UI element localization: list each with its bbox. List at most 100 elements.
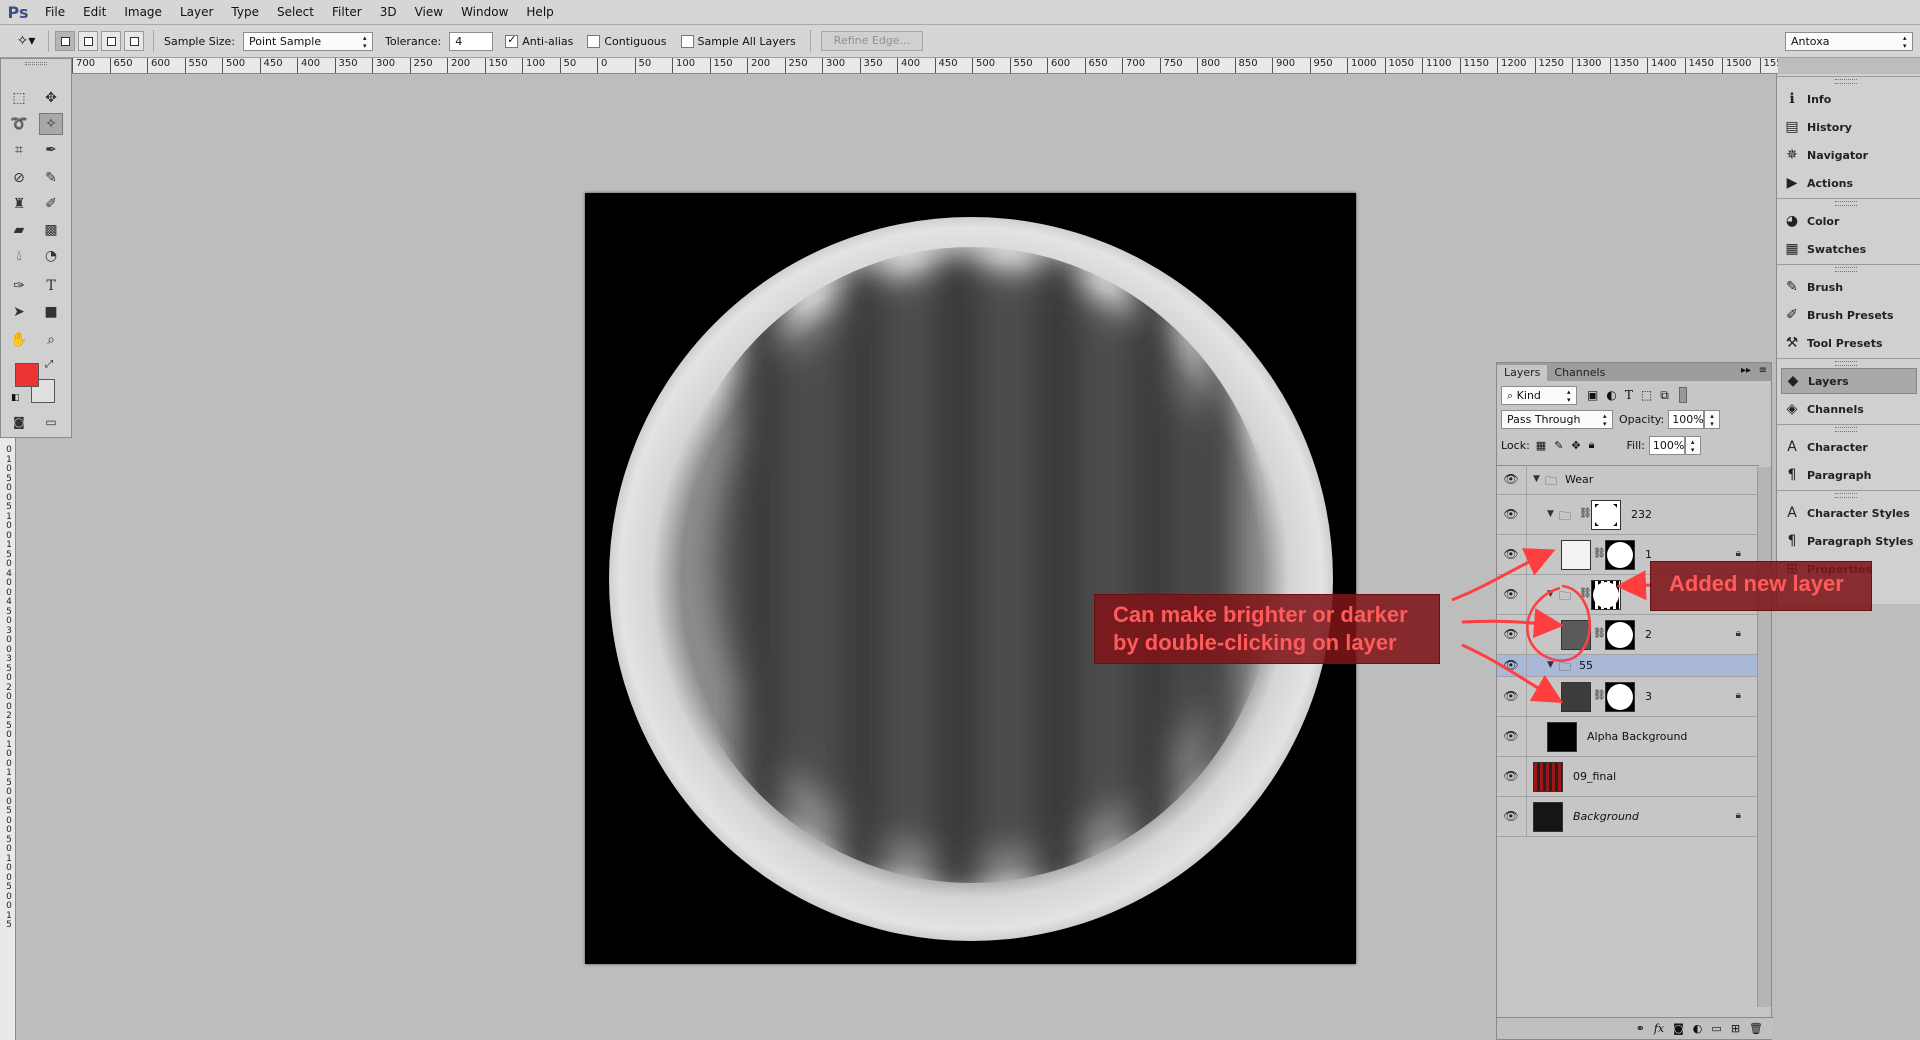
dock-group-grip[interactable] — [1777, 424, 1920, 432]
layer-mask-thumbnail[interactable] — [1605, 620, 1635, 650]
layer-row[interactable]: 👁︎ Alpha Background — [1497, 717, 1759, 757]
layers-scrollbar[interactable] — [1757, 467, 1771, 1007]
lock-all-icon[interactable]: 🔒︎ — [1589, 438, 1595, 452]
layer-thumbnail[interactable] — [1561, 682, 1591, 712]
gradient-tool-icon[interactable]: ▩ — [39, 219, 63, 241]
opacity-dropdown[interactable] — [1704, 409, 1721, 429]
opacity-input[interactable]: 100% — [1668, 409, 1705, 429]
menu-filter[interactable]: Filter — [323, 5, 371, 19]
filter-type-icon[interactable]: T — [1625, 388, 1633, 402]
menu-edit[interactable]: Edit — [74, 5, 115, 19]
lock-transparent-icon[interactable]: ▦ — [1536, 439, 1546, 452]
new-adjustment-layer-icon[interactable]: ◐ — [1693, 1022, 1703, 1035]
new-selection-button[interactable] — [55, 31, 75, 51]
filter-pixel-icon[interactable]: ▣ — [1587, 388, 1598, 402]
layer-row[interactable]: 👁︎ 09_final — [1497, 757, 1759, 797]
visibility-eye-icon[interactable]: 👁︎ — [1503, 729, 1519, 743]
layer-row[interactable]: 👁︎ Background 🔒︎ — [1497, 797, 1759, 837]
menu-help[interactable]: Help — [517, 5, 562, 19]
layer-thumbnail[interactable] — [1533, 762, 1563, 792]
contiguous-checkbox[interactable] — [587, 34, 601, 48]
dock-item-tool-presets[interactable]: ⚒ Tool Presets — [1781, 330, 1917, 356]
layer-thumbnail[interactable] — [1547, 722, 1577, 752]
dock-group-grip[interactable] — [1777, 358, 1920, 366]
quick-mask-icon[interactable]: ◙ — [7, 411, 31, 433]
mask-link-icon[interactable]: ⛓︎ — [1593, 548, 1606, 559]
add-mask-icon[interactable]: ◙ — [1673, 1022, 1684, 1035]
group-expand-icon[interactable]: ▼ — [1533, 474, 1540, 484]
group-expand-icon[interactable]: ▼ — [1547, 589, 1554, 599]
tab-layers[interactable]: Layers — [1497, 365, 1548, 381]
sample-all-layers-checkbox[interactable] — [680, 34, 694, 48]
filter-adjustment-icon[interactable]: ◐ — [1606, 388, 1616, 402]
group-expand-icon[interactable]: ▼ — [1547, 660, 1554, 670]
menu-window[interactable]: Window — [452, 5, 517, 19]
blend-mode-select[interactable]: Pass Through — [1501, 409, 1613, 429]
filter-toggle-icon[interactable] — [1678, 387, 1687, 403]
sample-size-select[interactable]: Point Sample — [243, 31, 374, 51]
layer-row[interactable]: 👁︎ ▼ 🗀︎ Wear — [1497, 465, 1759, 495]
clone-stamp-tool-icon[interactable]: ♜ — [7, 193, 31, 215]
eraser-tool-icon[interactable]: ▰ — [7, 219, 31, 241]
mask-link-icon[interactable]: ⛓︎ — [1579, 588, 1592, 599]
eyedropper-tool-icon[interactable]: ✒ — [39, 139, 63, 161]
swap-colors-icon[interactable]: ⤢ — [45, 359, 53, 370]
layer-mask-thumbnail[interactable] — [1591, 580, 1621, 610]
healing-brush-tool-icon[interactable]: ⊘ — [7, 167, 31, 189]
fill-dropdown[interactable] — [1684, 435, 1701, 455]
layer-thumbnail[interactable] — [1561, 540, 1591, 570]
dodge-tool-icon[interactable]: ◔ — [39, 245, 63, 267]
marquee-tool-icon[interactable]: ⬚ — [7, 87, 31, 109]
fill-input[interactable]: 100% — [1648, 435, 1685, 455]
visibility-eye-icon[interactable]: 👁︎ — [1503, 809, 1519, 823]
layer-mask-thumbnail[interactable] — [1605, 682, 1635, 712]
layer-thumbnail[interactable] — [1533, 802, 1563, 832]
dock-item-channels[interactable]: ◈ Channels — [1781, 396, 1917, 422]
menu-layer[interactable]: Layer — [171, 5, 222, 19]
menu-view[interactable]: View — [406, 5, 452, 19]
dock-group-grip[interactable] — [1777, 198, 1920, 206]
visibility-eye-icon[interactable]: 👁︎ — [1503, 627, 1519, 641]
visibility-eye-icon[interactable]: 👁︎ — [1503, 769, 1519, 783]
pen-tool-icon[interactable]: ✑ — [7, 275, 31, 297]
menu-image[interactable]: Image — [115, 5, 171, 19]
new-group-icon[interactable]: ▭ — [1711, 1022, 1721, 1035]
screen-mode-icon[interactable]: ▭ — [39, 411, 63, 433]
history-brush-tool-icon[interactable]: ✐ — [39, 193, 63, 215]
default-colors-icon[interactable]: ◧ — [11, 393, 20, 403]
layer-row[interactable]: 👁︎ ▼ 🗀︎ ⛓︎ 232 — [1497, 495, 1759, 535]
menu-3d[interactable]: 3D — [371, 5, 406, 19]
dock-group-grip[interactable] — [1777, 490, 1920, 498]
magic-wand-tool-icon[interactable]: ✧ — [39, 113, 63, 135]
layer-mask-thumbnail[interactable] — [1605, 540, 1635, 570]
lasso-tool-icon[interactable]: ➰ — [7, 113, 31, 135]
visibility-eye-icon[interactable]: 👁︎ — [1503, 507, 1519, 521]
visibility-eye-icon[interactable]: 👁︎ — [1503, 587, 1519, 601]
dock-item-layers[interactable]: ◆ Layers — [1781, 368, 1917, 394]
collapse-panel-icon[interactable]: ▸▸ — [1741, 365, 1751, 376]
brush-tool-icon[interactable]: ✎ — [39, 167, 63, 189]
group-expand-icon[interactable]: ▼ — [1547, 509, 1554, 519]
hand-tool-icon[interactable]: ✋ — [7, 329, 31, 351]
refine-edge-button[interactable]: Refine Edge... — [820, 31, 924, 51]
layer-filter-select[interactable]: ⌕ Kind — [1501, 385, 1577, 405]
dock-item-actions[interactable]: ▶ Actions — [1781, 170, 1917, 196]
dock-group-grip[interactable] — [1777, 264, 1920, 272]
dock-item-character[interactable]: A Character — [1781, 434, 1917, 460]
filter-shape-icon[interactable]: ⬚ — [1641, 388, 1652, 402]
document-canvas[interactable] — [585, 193, 1356, 964]
dock-item-swatches[interactable]: ▦ Swatches — [1781, 236, 1917, 262]
add-to-selection-button[interactable] — [78, 31, 98, 51]
layer-mask-thumbnail[interactable] — [1591, 500, 1621, 530]
toolbox-grip[interactable] — [25, 62, 47, 65]
crop-tool-icon[interactable]: ⌗ — [7, 139, 31, 161]
subtract-from-selection-button[interactable] — [101, 31, 121, 51]
dock-item-history[interactable]: ▤ History — [1781, 114, 1917, 140]
dock-item-paragraph-styles[interactable]: ¶ Paragraph Styles — [1781, 528, 1917, 554]
intersect-selection-button[interactable] — [124, 31, 144, 51]
rectangle-tool-icon[interactable]: ■ — [39, 301, 63, 323]
visibility-eye-icon[interactable]: 👁︎ — [1503, 547, 1519, 561]
filter-smart-object-icon[interactable]: ⧉ — [1660, 388, 1669, 403]
layer-style-icon[interactable]: fx — [1654, 1022, 1664, 1035]
dock-item-brush-presets[interactable]: ✐ Brush Presets — [1781, 302, 1917, 328]
